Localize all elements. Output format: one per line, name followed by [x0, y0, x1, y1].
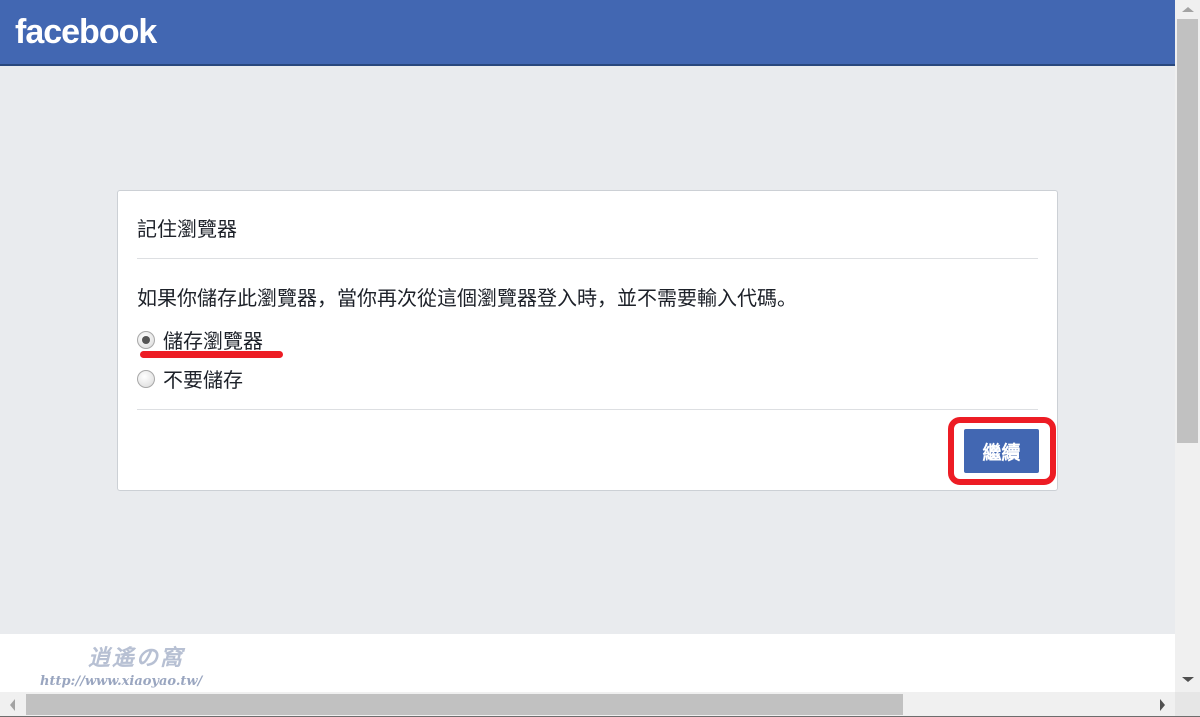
- horizontal-scroll-thumb[interactable]: [26, 694, 903, 715]
- radio-button-unchecked[interactable]: [137, 369, 155, 388]
- page-viewport: facebook 記住瀏覽器 如果你儲存此瀏覽器，當你再次從這個瀏覽器登入時，並…: [0, 0, 1175, 692]
- scrollbar-corner: [1175, 692, 1200, 717]
- divider: [137, 409, 1038, 410]
- arrow-right-icon[interactable]: [1160, 699, 1165, 711]
- option-label: 儲存瀏覽器: [163, 329, 263, 353]
- watermark-url: http://www.xiaoyao.tw/: [40, 674, 203, 689]
- option-label: 不要儲存: [163, 368, 243, 392]
- arrow-left-icon[interactable]: [10, 699, 15, 711]
- arrow-down-icon[interactable]: [1182, 677, 1194, 682]
- option-dont-save[interactable]: 不要儲存: [137, 364, 243, 393]
- arrow-up-icon[interactable]: [1182, 7, 1194, 12]
- radio-button-checked[interactable]: [137, 330, 155, 349]
- red-underline-annotation: [140, 351, 283, 358]
- top-bar: facebook: [0, 0, 1175, 66]
- continue-button[interactable]: 繼續: [964, 429, 1039, 473]
- dialog-title: 記住瀏覽器: [137, 217, 237, 241]
- vertical-scrollbar[interactable]: [1175, 0, 1200, 692]
- dialog-description: 如果你儲存此瀏覽器，當你再次從這個瀏覽器登入時，並不需要輸入代碼。: [137, 286, 797, 310]
- option-save-browser[interactable]: 儲存瀏覽器: [137, 325, 263, 354]
- watermark: 逍遙の窩 http://www.xiaoyao.tw/: [40, 640, 202, 689]
- watermark-logo: 逍遙の窩: [88, 645, 185, 671]
- vertical-scroll-thumb[interactable]: [1177, 19, 1198, 443]
- facebook-logo[interactable]: facebook: [15, 10, 157, 54]
- remember-browser-dialog: 記住瀏覽器 如果你儲存此瀏覽器，當你再次從這個瀏覽器登入時，並不需要輸入代碼。 …: [117, 190, 1058, 491]
- divider: [137, 258, 1038, 259]
- horizontal-scrollbar[interactable]: [0, 692, 1175, 717]
